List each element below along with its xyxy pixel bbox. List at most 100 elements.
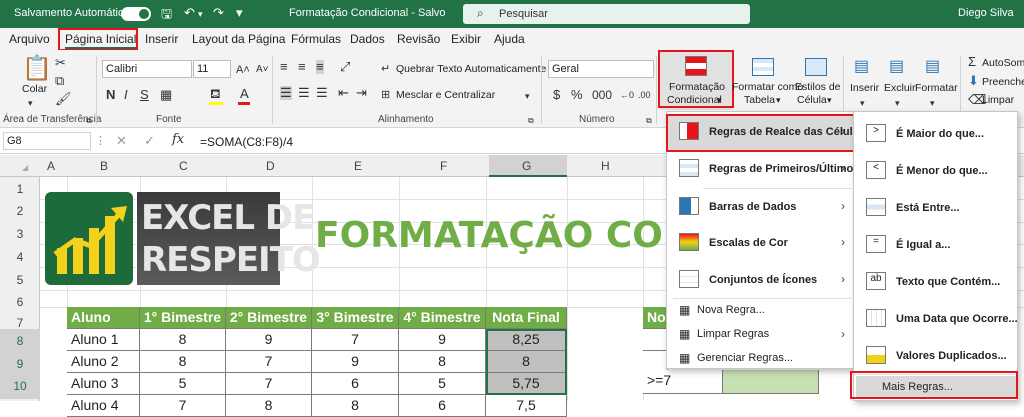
copy-icon[interactable]: ⧉	[55, 74, 64, 88]
row-header[interactable]: 2	[0, 204, 40, 218]
table-cell[interactable]: 6	[399, 395, 486, 417]
insert-dropdown-icon[interactable]: ▾	[860, 96, 865, 110]
table-cell[interactable]: 8	[312, 395, 399, 417]
paste-label[interactable]: Colar	[22, 83, 47, 95]
save-icon[interactable]: 🖫	[161, 5, 172, 27]
delete-cells-icon[interactable]: ▤	[889, 59, 904, 75]
col-header-d[interactable]: D	[266, 159, 275, 173]
name-box[interactable]: G8	[3, 132, 91, 150]
table-cell[interactable]: 8	[486, 351, 567, 373]
paste-dropdown-icon[interactable]: ▾	[28, 96, 33, 110]
col-header-a[interactable]: A	[47, 159, 55, 173]
user-name[interactable]: Diego Silva	[958, 7, 1014, 19]
table-cell[interactable]: 9	[226, 329, 312, 351]
row-header[interactable]: 5	[0, 273, 40, 287]
insert-cells-icon[interactable]: ▤	[854, 59, 869, 75]
table-cell[interactable]: 7,5	[486, 395, 567, 417]
table-cell[interactable]: Aluno 2	[67, 351, 140, 373]
customize-toolbar-icon[interactable]: ▾	[236, 5, 243, 21]
table-cell[interactable]: 7	[312, 329, 399, 351]
col-header-c[interactable]: C	[179, 159, 188, 173]
fill-label[interactable]: Preencher	[982, 76, 1024, 88]
tab-exibir[interactable]: Exibir	[451, 32, 481, 46]
format-painter-icon[interactable]: 🖌	[55, 92, 72, 106]
col-header-h[interactable]: H	[601, 159, 610, 173]
underline-icon[interactable]: S	[140, 88, 149, 102]
orientation-icon[interactable]: ⤢	[340, 60, 350, 74]
table-cell[interactable]: Aluno 4	[67, 395, 140, 417]
row-header[interactable]: 4	[0, 250, 40, 264]
table-cell[interactable]: 7	[226, 351, 312, 373]
submenu-duplicate-values[interactable]: Valores Duplicados...	[854, 338, 1017, 374]
table-cell[interactable]: Aluno 1	[67, 329, 140, 351]
row-header[interactable]: 9	[0, 357, 40, 371]
merge-icon[interactable]: ⊞	[381, 88, 390, 102]
align-left-icon[interactable]: ☰	[280, 86, 292, 100]
cut-icon[interactable]: ✂	[55, 56, 66, 70]
table-cell[interactable]: Aluno 3	[67, 373, 140, 395]
autosave-toggle[interactable]	[121, 7, 151, 21]
table-cell[interactable]: 7	[140, 395, 226, 417]
submenu-greater-than[interactable]: > É Maior do que...	[854, 116, 1017, 152]
clipboard-launcher-icon[interactable]: ⧉	[86, 114, 92, 128]
align-bottom-icon[interactable]: ≡	[316, 60, 324, 74]
submenu-less-than[interactable]: < É Menor do que...	[854, 153, 1017, 189]
tab-layout[interactable]: Layout da Página	[192, 32, 285, 46]
alignment-launcher-icon[interactable]: ⧉	[528, 114, 534, 128]
wrap-text-label[interactable]: Quebrar Texto Automaticamente	[396, 63, 546, 75]
menu-item-top-bottom[interactable]: Regras de Primeiros/Últimos ›	[667, 151, 859, 187]
table-header[interactable]: 1° Bimestre	[140, 307, 226, 329]
decrease-indent-icon[interactable]: ⇤	[338, 86, 349, 100]
merge-label[interactable]: Mesclar e Centralizar	[396, 89, 495, 101]
table-cell[interactable]: 9	[312, 351, 399, 373]
table-cell[interactable]: 5	[399, 373, 486, 395]
fill-color-icon[interactable]: ⛾	[210, 87, 221, 101]
percent-icon[interactable]: %	[571, 88, 583, 102]
side-table-cell[interactable]	[643, 329, 668, 351]
decrease-decimal-icon[interactable]: .00	[638, 88, 651, 102]
menu-item-clear-rules[interactable]: ▦ Limpar Regras ›	[667, 322, 853, 346]
row-header[interactable]: 8	[0, 334, 40, 348]
align-middle-icon[interactable]: ≡	[298, 60, 306, 74]
wrap-text-icon[interactable]: ↵	[381, 62, 390, 76]
table-cell[interactable]: 5	[140, 373, 226, 395]
delete-dropdown-icon[interactable]: ▾	[895, 96, 900, 110]
tab-arquivo[interactable]: Arquivo	[9, 32, 50, 46]
format-as-table-button[interactable]: Formatar como Tabela ▾	[732, 50, 803, 110]
table-cell[interactable]: 8	[140, 351, 226, 373]
autosum-icon[interactable]: Σ	[968, 55, 976, 69]
comma-style-icon[interactable]: 000	[592, 88, 612, 102]
tab-dados[interactable]: Dados	[350, 32, 385, 46]
tab-revisao[interactable]: Revisão	[397, 32, 440, 46]
clear-label[interactable]: Limpar	[982, 94, 1014, 106]
currency-icon[interactable]: $	[553, 88, 560, 102]
table-cell[interactable]: 8	[226, 395, 312, 417]
row-header[interactable]: 6	[0, 295, 40, 309]
submenu-between[interactable]: Está Entre...	[854, 190, 1017, 226]
col-header-b[interactable]: B	[100, 159, 108, 173]
format-cells-icon[interactable]: ▤	[925, 59, 940, 75]
paste-icon[interactable]: 📋	[22, 56, 52, 82]
autosum-label[interactable]: AutoSoma	[982, 57, 1024, 69]
row-header[interactable]: 1	[0, 182, 40, 196]
col-header-e[interactable]: E	[354, 159, 362, 173]
table-cell[interactable]: 6	[312, 373, 399, 395]
menu-item-manage-rules[interactable]: ▦ Gerenciar Regras...	[667, 346, 853, 370]
align-top-icon[interactable]: ≡	[280, 60, 288, 74]
tab-ajuda[interactable]: Ajuda	[494, 32, 525, 46]
table-header[interactable]: 3° Bimestre	[312, 307, 399, 329]
merge-dropdown-icon[interactable]: ▾	[525, 89, 530, 103]
align-center-icon[interactable]: ☰	[298, 86, 310, 100]
search-box[interactable]: ⌕ Pesquisar	[463, 4, 750, 24]
shrink-font-icon[interactable]: A˅	[256, 63, 269, 77]
side-table-header[interactable]: No	[643, 307, 668, 329]
number-launcher-icon[interactable]: ⧉	[646, 114, 652, 128]
redo-icon[interactable]: ↷	[213, 5, 224, 21]
delete-cells-label[interactable]: Excluir	[884, 82, 916, 94]
namebox-dropdown-icon[interactable]: ⋮	[95, 134, 106, 148]
insert-function-icon[interactable]: fx	[172, 133, 184, 147]
col-header-f[interactable]: F	[440, 159, 447, 173]
cell-styles-button[interactable]: Estilos de Célula ▾	[795, 50, 841, 110]
align-right-icon[interactable]: ☰	[316, 86, 328, 100]
row-header[interactable]: 3	[0, 227, 40, 241]
